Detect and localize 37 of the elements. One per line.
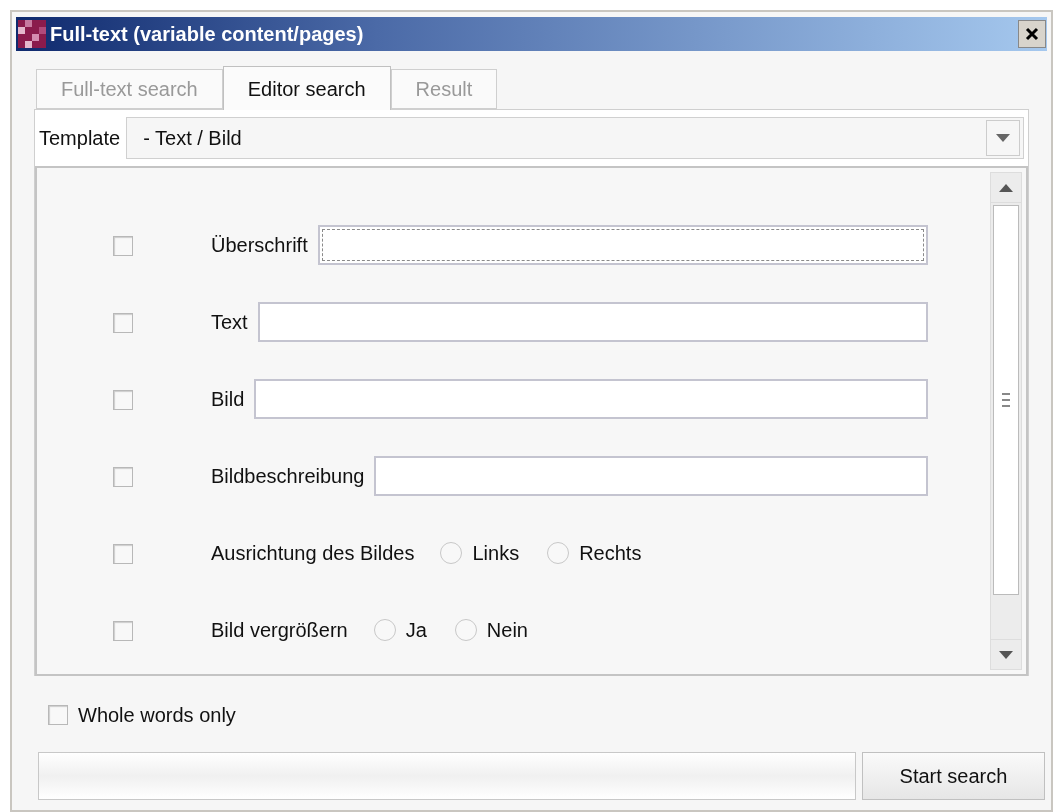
search-input-field[interactable] [38,752,856,800]
tab[interactable]: Editor search [222,66,391,110]
radio-button[interactable] [440,542,463,564]
checkbox[interactable] [113,467,133,487]
whole-words-label: Whole words only [78,703,236,728]
radio-label: Rechts [579,541,642,566]
radio-button[interactable] [373,619,396,641]
field-label: Bild [211,387,245,412]
radio-button[interactable] [547,542,570,564]
field-label: Ausrichtung des Bildes [211,541,415,566]
radio-label: Nein [486,618,528,643]
checkbox[interactable] [113,621,133,641]
radio-button[interactable] [454,619,477,641]
scrollbar[interactable] [990,172,1022,670]
scroll-thumb[interactable] [993,205,1019,595]
app-logo-icon [18,20,46,48]
template-label: Template [39,126,121,151]
checkbox[interactable] [113,313,133,333]
field-label: Bild vergrößern [211,618,348,643]
input-field[interactable] [254,379,928,419]
checkbox[interactable] [113,390,133,410]
start-search-button[interactable]: Start search [862,752,1045,800]
field-label: Überschrift [211,233,308,258]
checkbox[interactable] [48,705,68,725]
checkbox[interactable] [113,544,133,564]
radio-label: Links [472,541,520,566]
radio-label: Ja [405,618,427,643]
input-field[interactable] [317,225,928,265]
close-icon [1025,27,1039,41]
field-label: Bildbeschreibung [211,464,365,489]
template-dropdown[interactable]: - Text / Bild [126,117,1024,159]
field-label: Text [211,310,248,335]
window-title: Full-text (variable content/pages) [50,22,364,47]
input-field[interactable] [257,302,928,342]
input-field[interactable] [374,456,928,496]
checkbox[interactable] [113,236,133,256]
close-button[interactable] [1018,20,1046,48]
